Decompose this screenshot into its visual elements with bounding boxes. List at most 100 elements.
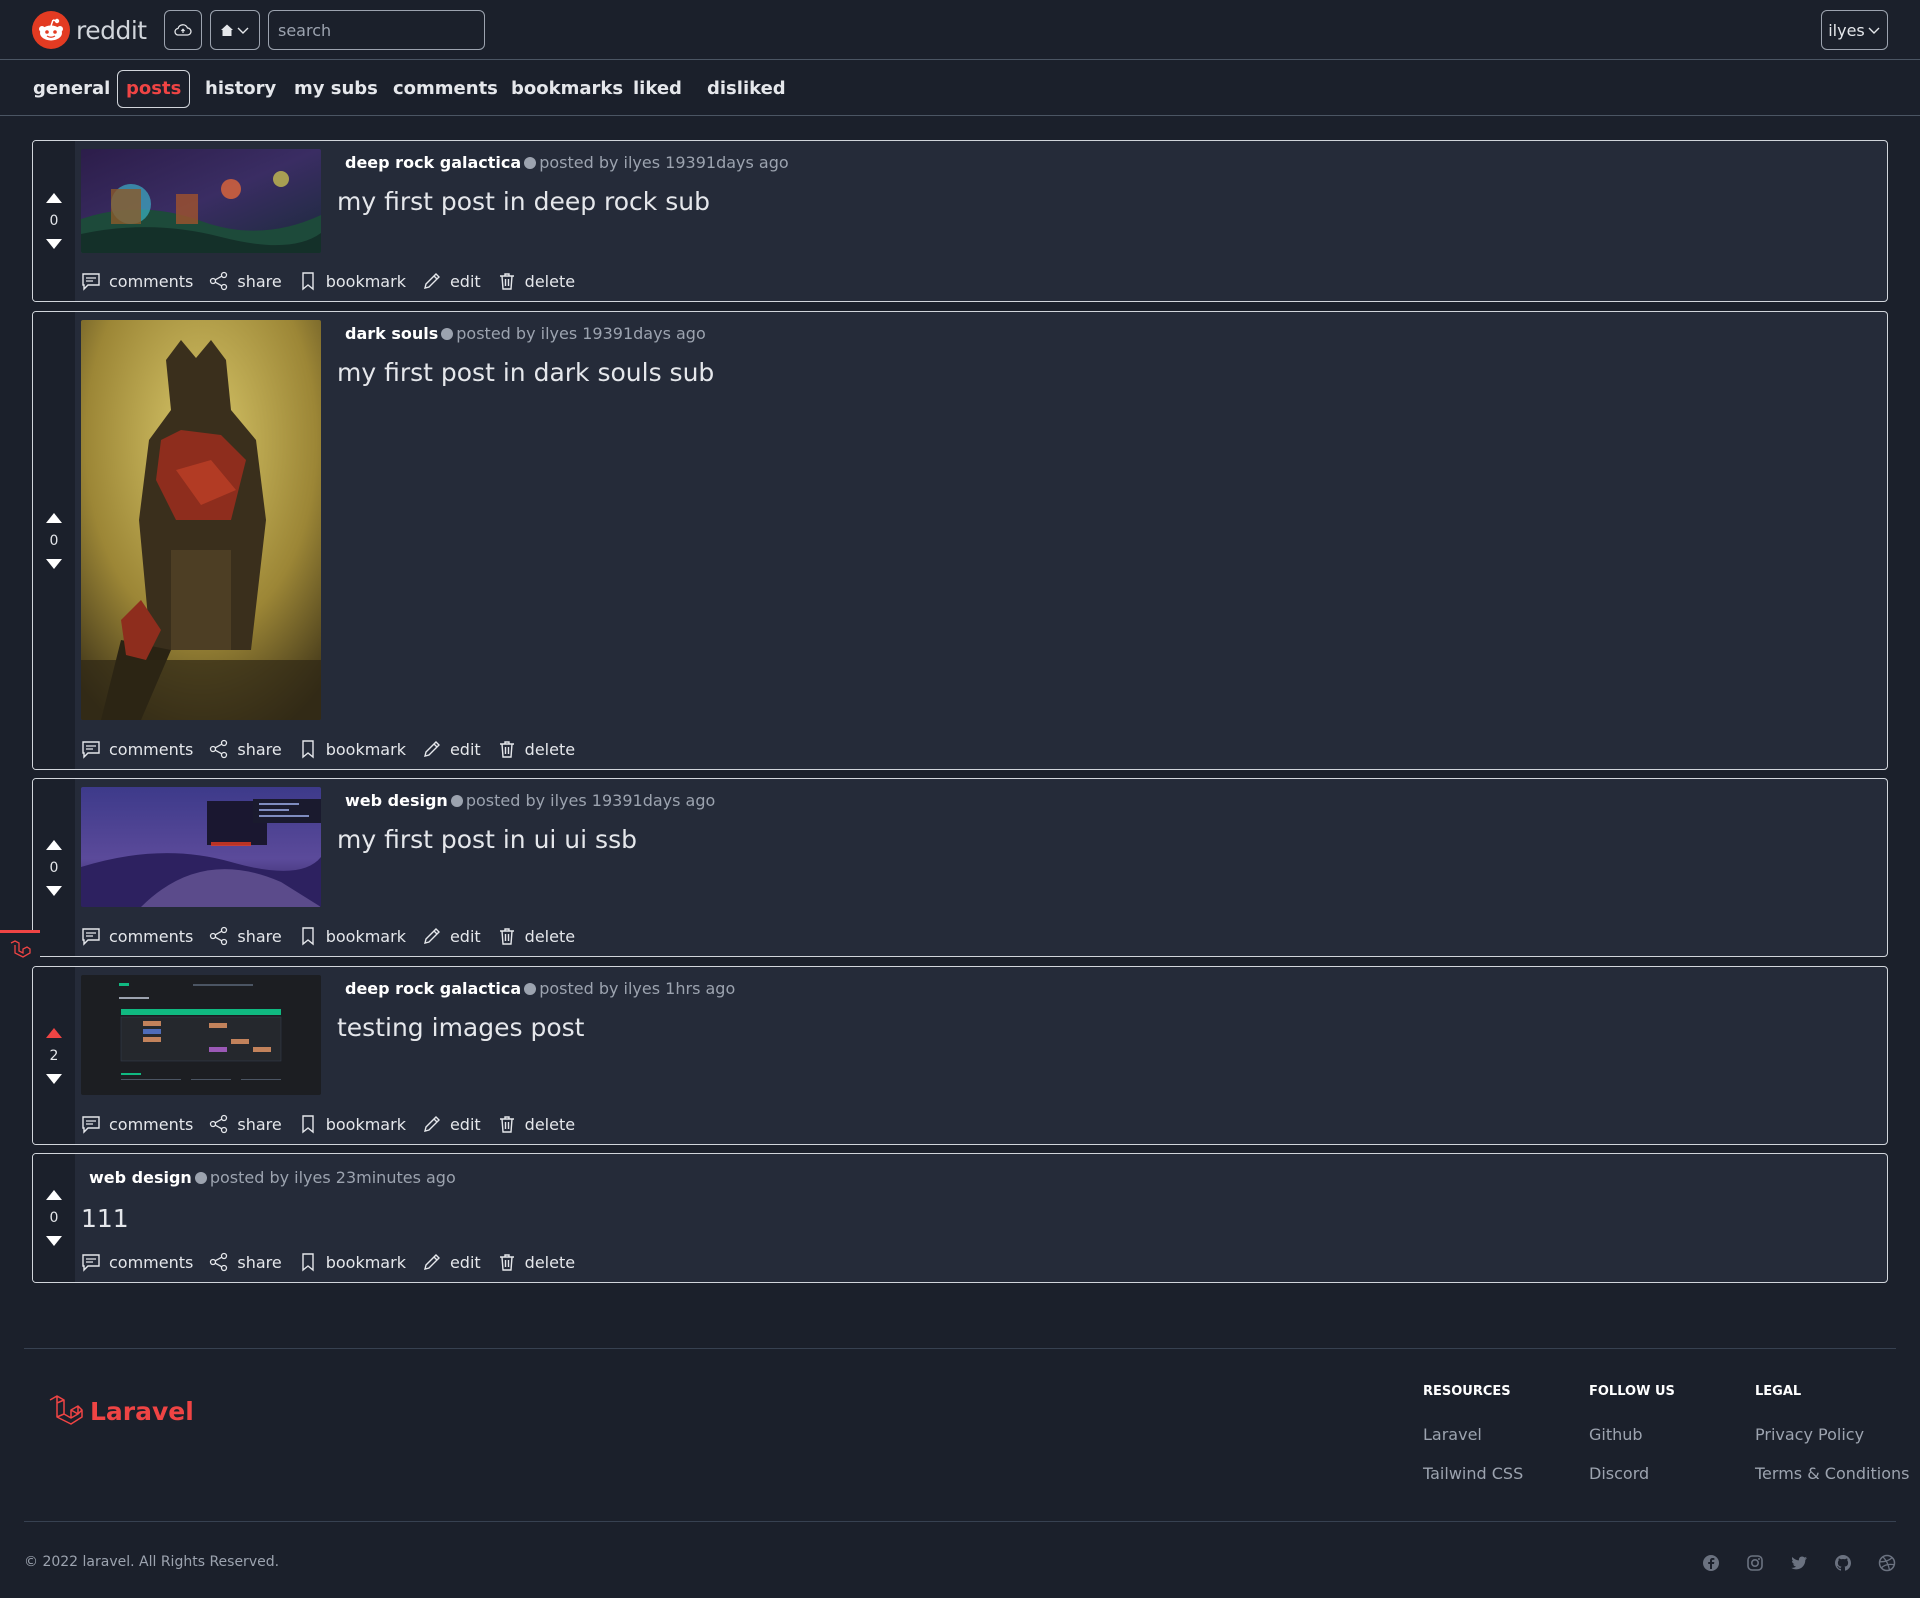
footer-link-github[interactable]: Github (1589, 1425, 1675, 1444)
tab-history[interactable]: history (196, 70, 285, 108)
edit-button[interactable]: edit (422, 1252, 481, 1272)
tab-comments[interactable]: comments (384, 70, 507, 108)
footer-link-tailwind[interactable]: Tailwind CSS (1423, 1464, 1523, 1483)
search-input[interactable] (268, 10, 485, 50)
post-thumbnail[interactable] (81, 787, 321, 907)
post-card[interactable]: 0 dark souls posted by ilyes 19391days ag… (32, 311, 1888, 770)
tab-bookmarks[interactable]: bookmarks (502, 70, 632, 108)
subreddit-link[interactable]: dark souls (345, 324, 438, 343)
subreddit-link[interactable]: deep rock galactica (345, 979, 521, 998)
post-byline: posted by ilyes 1hrs ago (539, 979, 736, 998)
share-button[interactable]: share (209, 739, 282, 759)
post-thumbnail[interactable] (81, 975, 321, 1095)
bookmark-button[interactable]: bookmark (298, 1252, 406, 1272)
comments-button[interactable]: comments (81, 1114, 193, 1134)
share-label: share (237, 739, 282, 759)
user-name: ilyes (1828, 20, 1865, 40)
delete-button[interactable]: delete (497, 926, 575, 946)
delete-button[interactable]: delete (497, 1252, 575, 1272)
upload-button[interactable] (164, 10, 202, 50)
bookmark-button[interactable]: bookmark (298, 739, 406, 759)
upvote-icon[interactable] (44, 191, 64, 205)
share-label: share (237, 1114, 282, 1134)
bookmark-label: bookmark (325, 1252, 406, 1272)
vote-count: 0 (49, 532, 59, 549)
github-icon[interactable] (1834, 1554, 1852, 1572)
dribbble-icon[interactable] (1878, 1554, 1896, 1572)
share-button[interactable]: share (209, 271, 282, 291)
subreddit-link[interactable]: web design (345, 791, 448, 810)
share-button[interactable]: share (209, 1252, 282, 1272)
laravel-logo-icon (49, 1395, 83, 1425)
post-card[interactable]: 0 web design posted by ilyes 19391days ag… (32, 778, 1888, 957)
facebook-icon[interactable] (1702, 1554, 1720, 1572)
downvote-icon[interactable] (44, 1072, 64, 1086)
share-button[interactable]: share (209, 1114, 282, 1134)
tab-disliked[interactable]: disliked (698, 70, 795, 108)
edit-button[interactable]: edit (422, 926, 481, 946)
downvote-icon[interactable] (44, 237, 64, 251)
bookmark-label: bookmark (325, 739, 406, 759)
laravel-debug-badge[interactable] (0, 930, 40, 964)
tab-my-subs[interactable]: my subs (285, 70, 387, 108)
comment-icon (82, 273, 100, 291)
share-label: share (237, 271, 282, 291)
user-menu-button[interactable]: ilyes (1821, 10, 1888, 50)
footer-logo-text: Laravel (90, 1396, 194, 1426)
comments-button[interactable]: comments (81, 739, 193, 759)
upvote-icon[interactable] (44, 838, 64, 852)
downvote-icon[interactable] (44, 557, 64, 571)
post-title[interactable]: my first post in dark souls sub (337, 358, 714, 387)
footer-link-terms[interactable]: Terms & Conditions (1755, 1464, 1909, 1483)
downvote-icon[interactable] (44, 884, 64, 898)
post-title[interactable]: my first post in deep rock sub (337, 187, 710, 216)
post-byline: posted by ilyes 19391days ago (456, 324, 706, 343)
edit-label: edit (449, 271, 481, 291)
calendar-screenshot-image (81, 975, 321, 1095)
post-title[interactable]: my first post in ui ui ssb (337, 825, 637, 854)
post-card[interactable]: 0 deep rock galactica posted by ilyes 193… (32, 140, 1888, 302)
footer-link-laravel[interactable]: Laravel (1423, 1425, 1523, 1444)
tab-liked[interactable]: liked (624, 70, 691, 108)
edit-button[interactable]: edit (422, 1114, 481, 1134)
post-byline: posted by ilyes 23minutes ago (209, 1168, 456, 1187)
subreddit-link[interactable]: deep rock galactica (345, 153, 521, 172)
upvote-icon[interactable] (44, 1026, 64, 1040)
footer-logo[interactable]: Laravel (48, 1394, 194, 1428)
upvote-icon[interactable] (44, 511, 64, 525)
post-meta: web design posted by ilyes 19391days ago (345, 791, 715, 810)
bookmark-button[interactable]: bookmark (298, 271, 406, 291)
delete-button[interactable]: delete (497, 271, 575, 291)
post-thumbnail[interactable] (81, 149, 321, 253)
downvote-icon[interactable] (44, 1234, 64, 1248)
tab-general[interactable]: general (24, 70, 119, 108)
edit-button[interactable]: edit (422, 271, 481, 291)
bookmark-button[interactable]: bookmark (298, 926, 406, 946)
instagram-icon[interactable] (1746, 1554, 1764, 1572)
post-byline: posted by ilyes 19391days ago (539, 153, 789, 172)
subreddit-link[interactable]: web design (89, 1168, 192, 1187)
share-button[interactable]: share (209, 926, 282, 946)
post-card[interactable]: 2 deep rock galactica posted by ilyes 1hr… (32, 966, 1888, 1145)
bookmark-button[interactable]: bookmark (298, 1114, 406, 1134)
delete-button[interactable]: delete (497, 739, 575, 759)
twitter-icon[interactable] (1790, 1554, 1808, 1572)
delete-button[interactable]: delete (497, 1114, 575, 1134)
delete-label: delete (524, 1252, 576, 1272)
post-title[interactable]: testing images post (337, 1013, 584, 1042)
edit-button[interactable]: edit (422, 739, 481, 759)
footer-link-privacy[interactable]: Privacy Policy (1755, 1425, 1909, 1444)
reddit-logo[interactable]: reddit (32, 11, 147, 49)
footer-link-discord[interactable]: Discord (1589, 1464, 1675, 1483)
comments-button[interactable]: comments (81, 271, 193, 291)
footer-divider (24, 1521, 1896, 1522)
home-dropdown[interactable] (210, 10, 260, 50)
tab-posts[interactable]: posts (117, 70, 191, 108)
post-thumbnail[interactable] (81, 320, 321, 720)
share-icon (210, 1252, 228, 1272)
post-card[interactable]: 0 web design posted by ilyes 23minutes ag… (32, 1153, 1888, 1283)
post-title[interactable]: 111 (81, 1204, 129, 1233)
upvote-icon[interactable] (44, 1188, 64, 1202)
comments-button[interactable]: comments (81, 1252, 193, 1272)
comments-button[interactable]: comments (81, 926, 193, 946)
